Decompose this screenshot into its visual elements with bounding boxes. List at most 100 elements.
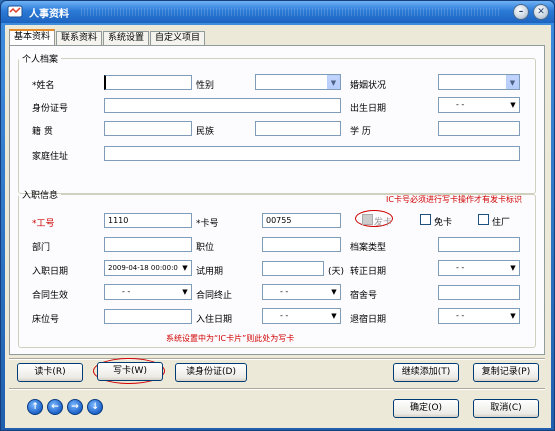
tab-contact[interactable]: 联系资料: [56, 31, 103, 45]
chevron-down-icon: ▼: [506, 261, 519, 275]
probation-field[interactable]: [262, 261, 324, 276]
previous-record-button[interactable]: ←: [47, 399, 63, 415]
no-card-label: 免卡: [434, 218, 453, 228]
cancel-button[interactable]: 取消(C): [473, 399, 539, 418]
tab-panel-basic: 个人档案 *姓名 性别 ▼ 婚姻状况 ▼ 身份证号 出生日期 - - ▼ 籍 贯…: [9, 45, 545, 355]
chevron-down-icon: ▼: [178, 285, 191, 299]
hire-date-picker[interactable]: 2009-04-18 00:00:00 ▼: [104, 260, 192, 276]
resident-checkbox[interactable]: [478, 214, 489, 225]
regular-date-label: 转正日期: [350, 267, 387, 277]
contract-end-picker[interactable]: - - ▼: [262, 284, 341, 300]
personal-legend: 个人档案: [22, 55, 59, 65]
contract-start-label: 合同生效: [32, 291, 69, 301]
gender-select[interactable]: ▼: [255, 74, 341, 90]
native-label: 籍 贯: [32, 127, 53, 137]
hire-date-value: 2009-04-18 00:00:00: [108, 264, 183, 272]
minimize-icon: –: [518, 7, 524, 17]
ok-button[interactable]: 确定(O): [393, 399, 459, 418]
chevron-down-icon: ▼: [506, 98, 519, 112]
dialog-body: 基本资料 联系资料 系统设置 自定义项目 个人档案 *姓名 性别 ▼ 婚姻状况 …: [5, 25, 551, 428]
archive-type-label: 档案类型: [350, 243, 387, 253]
address-field[interactable]: [104, 146, 520, 161]
dept-field[interactable]: [104, 237, 192, 252]
ethnic-label: 民族: [196, 127, 215, 137]
resident-label: 住厂: [492, 218, 511, 228]
window-title: 人事资料: [29, 9, 69, 20]
issue-card-checkbox[interactable]: [362, 214, 373, 225]
next-record-button[interactable]: →: [67, 399, 83, 415]
archive-type-field[interactable]: [438, 237, 520, 252]
probation-label: 试用期: [196, 267, 224, 277]
bed-no-label: 床位号: [32, 315, 60, 325]
last-record-button[interactable]: ↓: [87, 399, 103, 415]
arrow-up-icon: ↑: [31, 402, 39, 412]
title-bar: 人事资料 – ✕: [1, 1, 554, 23]
close-button[interactable]: ✕: [533, 4, 549, 20]
no-card-checkbox[interactable]: [420, 214, 431, 225]
ic-card-note: IC卡号必须进行写卡操作才有发卡标识: [386, 195, 522, 204]
write-card-note: 系统设置中为“IC卡片”则此处为写卡: [166, 334, 295, 343]
regular-date-value: - -: [456, 263, 465, 272]
minimize-button[interactable]: –: [513, 4, 529, 20]
card-no-field[interactable]: 00755: [262, 213, 341, 228]
contract-start-value: - -: [122, 287, 131, 296]
read-id-button[interactable]: 读身份证(D): [175, 363, 247, 382]
title-stripes: [81, 8, 501, 16]
hire-date-label: 入职日期: [32, 267, 69, 277]
bed-no-field[interactable]: [104, 309, 192, 324]
education-label: 学 历: [350, 127, 371, 137]
native-field[interactable]: [104, 121, 192, 136]
dorm-out-label: 退宿日期: [350, 315, 387, 325]
chevron-down-icon: ▼: [178, 261, 191, 275]
write-card-button[interactable]: 写卡(W): [97, 362, 163, 381]
window: 人事资料 – ✕ 基本资料 联系资料 系统设置 自定义项目 个人档案 *姓名 性…: [0, 0, 555, 431]
education-field[interactable]: [438, 121, 520, 136]
marital-select[interactable]: ▼: [438, 74, 520, 90]
separator-bottom: [9, 388, 545, 390]
separator-top: [9, 358, 545, 360]
tab-system[interactable]: 系统设置: [103, 31, 150, 45]
dorm-in-picker[interactable]: - - ▼: [262, 308, 341, 324]
probation-unit: (天): [328, 267, 345, 277]
dept-label: 部门: [32, 243, 51, 253]
tab-custom[interactable]: 自定义项目: [150, 31, 206, 45]
emp-no-field[interactable]: 1110: [104, 213, 192, 228]
first-record-button[interactable]: ↑: [27, 399, 43, 415]
tab-strip: 基本资料 联系资料 系统设置 自定义项目: [9, 29, 206, 45]
close-icon: ✕: [537, 7, 545, 17]
id-field[interactable]: [104, 98, 341, 113]
marital-label: 婚姻状况: [350, 81, 387, 91]
chevron-down-icon: ▼: [506, 75, 519, 89]
chevron-down-icon: ▼: [327, 309, 340, 323]
ethnic-field[interactable]: [255, 121, 341, 136]
continue-add-button[interactable]: 继续添加(T): [393, 363, 459, 382]
birth-value: - -: [456, 100, 465, 109]
dorm-no-label: 宿舍号: [350, 291, 378, 301]
emp-no-label: *工号: [32, 219, 55, 229]
chevron-down-icon: ▼: [506, 309, 519, 323]
dorm-in-value: - -: [280, 311, 289, 320]
regular-date-picker[interactable]: - - ▼: [438, 260, 520, 276]
dorm-no-field[interactable]: [438, 285, 520, 300]
arrow-down-icon: ↓: [91, 402, 99, 412]
card-no-label: *卡号: [196, 219, 219, 229]
name-field[interactable]: [104, 75, 192, 90]
birth-label: 出生日期: [350, 104, 387, 114]
app-icon: [7, 5, 23, 18]
contract-start-picker[interactable]: - - ▼: [104, 284, 192, 300]
address-label: 家庭住址: [32, 152, 69, 162]
chevron-down-icon: ▼: [327, 285, 340, 299]
hire-legend: 入职信息: [22, 191, 59, 201]
contract-end-label: 合同终止: [196, 291, 233, 301]
dorm-in-label: 入住日期: [196, 315, 233, 325]
id-label: 身份证号: [32, 104, 69, 114]
tab-basic[interactable]: 基本资料: [9, 29, 56, 45]
birth-date-picker[interactable]: - - ▼: [438, 97, 520, 113]
position-field[interactable]: [262, 237, 341, 252]
dorm-out-value: - -: [456, 311, 465, 320]
name-label: *姓名: [32, 81, 55, 91]
arrow-left-icon: ←: [51, 402, 59, 412]
read-card-button[interactable]: 读卡(R): [17, 363, 83, 382]
dorm-out-picker[interactable]: - - ▼: [438, 308, 520, 324]
copy-record-button[interactable]: 复制记录(P): [473, 363, 539, 382]
